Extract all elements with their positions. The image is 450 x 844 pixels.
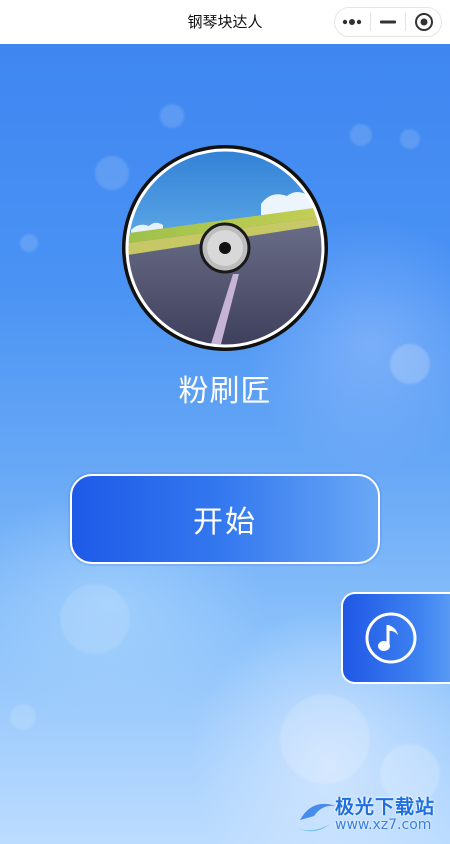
minimize-icon	[380, 20, 396, 24]
bokeh-light	[160, 104, 184, 128]
bokeh-light	[350, 124, 372, 146]
more-dots-icon	[343, 19, 362, 25]
watermark-url: www.xz7.com	[335, 817, 432, 833]
target-circle-icon	[414, 13, 433, 31]
bokeh-light	[20, 234, 38, 252]
album-disc	[122, 145, 328, 351]
music-note-icon	[365, 612, 417, 664]
song-title: 粉刷匠	[178, 374, 272, 409]
bokeh-light	[400, 129, 420, 149]
watermark-brand: 极光下载站	[335, 796, 436, 818]
bokeh-light	[60, 584, 130, 654]
bokeh-light	[10, 704, 36, 730]
start-button[interactable]: 开始	[70, 474, 380, 564]
minimize-button[interactable]	[371, 8, 406, 36]
music-toggle-button[interactable]	[341, 592, 450, 684]
start-button-label: 开始	[193, 505, 257, 540]
more-button[interactable]	[335, 8, 370, 36]
capsule-menu	[334, 7, 442, 37]
close-button[interactable]	[406, 8, 441, 36]
bokeh-light	[280, 694, 370, 784]
title-bar: 钢琴块达人	[0, 0, 450, 44]
